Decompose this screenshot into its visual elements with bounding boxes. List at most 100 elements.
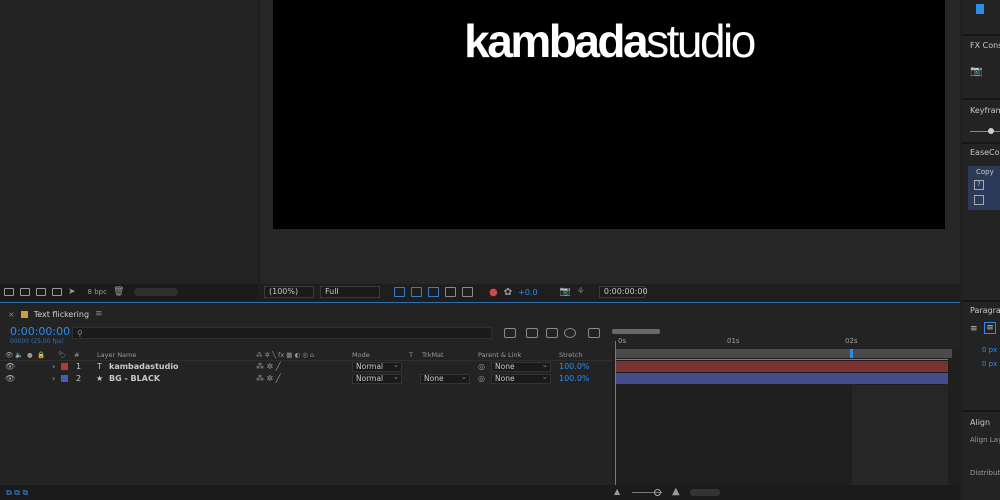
layer-type-icon: ★ [96, 374, 104, 383]
zoom-select[interactable]: (100%) [264, 286, 314, 298]
fx-console-title[interactable]: FX Conso [970, 41, 1000, 50]
layer-search-input[interactable]: ⚲ [72, 327, 492, 339]
work-area-navigator[interactable] [612, 329, 660, 334]
ruler-tick: 0s [618, 337, 627, 345]
close-icon[interactable]: × [8, 310, 15, 319]
video-eye-icon[interactable]: 👁 [5, 362, 15, 371]
layer-duration-bar[interactable] [616, 373, 948, 384]
align-title[interactable]: Align [970, 418, 990, 427]
keyframe-title[interactable]: Keyfram [970, 106, 1000, 115]
separator [962, 410, 1000, 412]
exposure-value[interactable]: +0.0 [518, 288, 537, 297]
mask-visibility-icon[interactable] [428, 287, 439, 297]
expand-chevron-icon[interactable]: › [52, 374, 55, 383]
paragraph-title[interactable]: Paragra [970, 306, 1000, 315]
layer-row[interactable]: 👁 › 2 ★ BG - BLACK ⁂ ✲ ╱ Normal None ◎ N… [0, 373, 612, 385]
new-composition-icon[interactable] [36, 288, 46, 296]
work-area-end-handle[interactable] [850, 349, 853, 358]
toggle-switches-icon[interactable]: ⧉ ⧉ ⧉ [6, 488, 28, 498]
video-eye-icon[interactable]: 👁 [5, 374, 15, 383]
layer-color-swatch[interactable] [61, 363, 68, 370]
label-header-icon: 🏷 [58, 351, 67, 359]
comp-color-swatch [20, 310, 28, 318]
timeline-timecode[interactable]: 0:00:00:00 [10, 325, 70, 338]
align-left-icon[interactable]: ≡ [970, 324, 978, 334]
switches-header-icon: ⁂ ✲ ╲ fx ▦ ◐ ◎ ⌂ [256, 351, 315, 359]
bpc-button[interactable]: 8 bpc [88, 288, 107, 296]
parent-dropdown[interactable]: None [491, 373, 551, 384]
motion-blur-icon[interactable] [564, 328, 576, 338]
keyframe-slider-knob[interactable] [988, 128, 994, 134]
render-queue-icon[interactable] [52, 288, 62, 296]
parent-pickwhip-icon[interactable]: ◎ [478, 362, 485, 371]
timeline-scrollbar[interactable] [690, 489, 720, 496]
layer-name[interactable]: BG - BLACK [109, 374, 160, 383]
project-panel [0, 0, 258, 300]
parent-pickwhip-icon[interactable]: ◎ [478, 374, 485, 383]
timeline-panel: × Text flickering ≡ 0:00:00:00 00000 (25… [0, 302, 960, 500]
align-layers-label: Align Lay [970, 436, 1000, 444]
separator [962, 142, 1000, 144]
resolution-select[interactable]: Full [320, 286, 380, 298]
ruler-tick: 01s [727, 337, 740, 345]
interpret-footage-icon[interactable] [4, 288, 14, 296]
keyframe-slider[interactable] [970, 131, 1000, 132]
zoom-slider-knob[interactable] [654, 489, 661, 496]
mode-header: Mode [352, 351, 370, 359]
separator [962, 300, 1000, 302]
layer-name-header[interactable]: Layer Name [97, 351, 136, 359]
transparency-grid-icon[interactable] [411, 287, 422, 297]
layer-row[interactable]: 👁 › 1 T kambadastudio ⁂ ✲ ╱ Normal ◎ Non… [0, 361, 612, 373]
zoom-out-icon[interactable]: ▲ [614, 487, 620, 496]
switches-icons[interactable]: ⁂ ✲ ╱ [256, 374, 281, 383]
align-center-icon[interactable]: ≡ [984, 322, 996, 334]
trkmat-dropdown[interactable]: None [420, 373, 470, 384]
camera-icon[interactable]: 📷 [970, 66, 982, 77]
menu-icon[interactable]: ≡ [95, 309, 103, 319]
timeline-tab[interactable]: × Text flickering ≡ [8, 309, 103, 319]
time-graph[interactable]: 0s 01s 02s [612, 329, 960, 500]
brand-text: kambadastudio [464, 15, 756, 67]
switches-icons[interactable]: ⁂ ✲ ╱ [256, 362, 281, 371]
indent-left-px[interactable]: 0 px [982, 346, 997, 354]
new-folder-icon[interactable] [20, 288, 30, 296]
layer-duration-bar[interactable] [616, 361, 948, 372]
color-channel-icon[interactable]: ● [489, 287, 498, 298]
frame-blending-icon[interactable] [546, 328, 558, 338]
region-of-interest-icon[interactable] [445, 287, 456, 297]
stretch-value[interactable]: 100.0% [559, 362, 590, 371]
project-scrollbar[interactable] [134, 288, 179, 296]
expand-chevron-icon[interactable]: › [52, 362, 55, 371]
indent-first-px[interactable]: 0 px [982, 360, 997, 368]
graph-editor-icon[interactable] [588, 328, 600, 338]
stretch-header: Stretch [559, 351, 583, 359]
solo-header-icon: ● [27, 351, 33, 359]
layer-type-icon: T [97, 362, 102, 371]
grid-icon[interactable] [462, 287, 473, 297]
fast-preview-icon[interactable] [394, 287, 405, 297]
project-footer: ➤ 8 bpc 🗑 [0, 284, 258, 300]
send-icon[interactable]: ➤ [68, 287, 76, 297]
comp-name: Text flickering [33, 309, 90, 319]
trash-icon[interactable]: 🗑 [113, 287, 124, 297]
color-management-icon[interactable]: ✿ [504, 287, 512, 298]
stretch-value[interactable]: 100.0% [559, 374, 590, 383]
comp-mini-flowchart-icon[interactable] [504, 328, 516, 338]
playhead[interactable] [615, 341, 616, 500]
show-snapshot-icon[interactable]: ⚘ [577, 287, 585, 297]
layer-color-swatch[interactable] [61, 375, 68, 382]
mode-dropdown[interactable]: Normal [352, 361, 402, 372]
parent-dropdown[interactable]: None [491, 361, 551, 372]
viewer-timecode[interactable]: 0:00:00:00 [598, 286, 648, 298]
mode-dropdown[interactable]: Normal [352, 373, 402, 384]
help-icon[interactable]: ? [974, 180, 984, 190]
layer-name[interactable]: kambadastudio [109, 362, 179, 371]
work-area-bar[interactable] [616, 349, 952, 358]
video-toggle-header-icon: 👁 [5, 351, 14, 359]
zoom-in-icon[interactable]: ▲ [672, 486, 680, 497]
composition-canvas[interactable]: kambadastudio [273, 0, 945, 229]
paste-icon[interactable] [974, 195, 984, 205]
snapshot-icon[interactable]: 📷 [560, 287, 571, 297]
shy-layers-icon[interactable] [526, 328, 538, 338]
easecopy-title[interactable]: EaseCop [970, 148, 1000, 157]
